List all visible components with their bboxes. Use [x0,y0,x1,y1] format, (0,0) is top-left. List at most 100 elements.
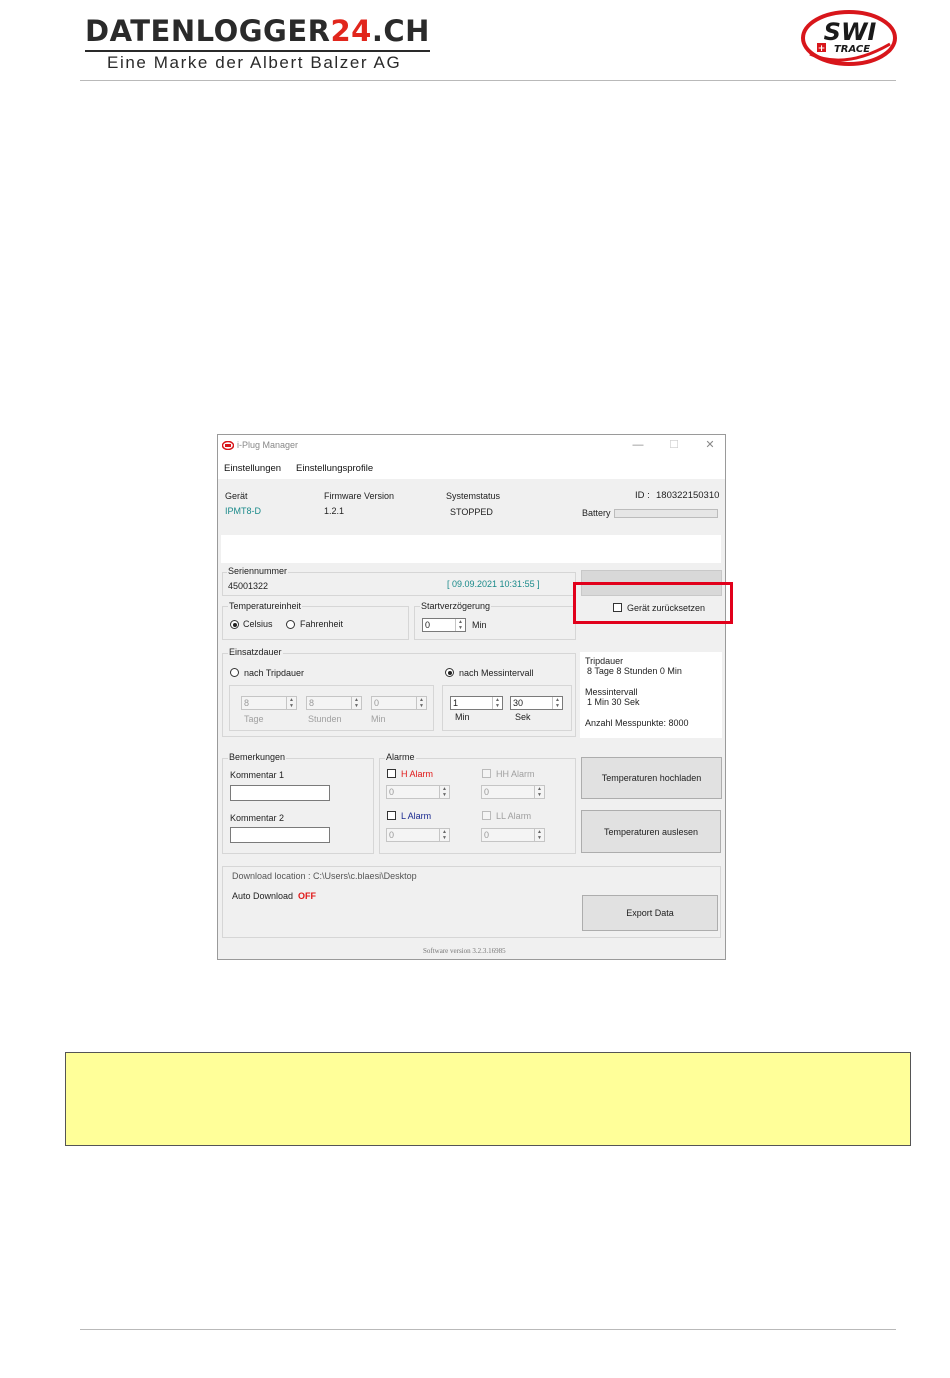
hh-alarm-spinner[interactable]: 0 ▲ ▼ [481,785,545,799]
fahrenheit-label: Fahrenheit [300,619,344,629]
h-alarm-spinner[interactable]: 0 ▲ ▼ [386,785,450,799]
upload-temperatures-button[interactable]: Temperaturen hochladen [581,757,722,799]
spinner-arrows-icon[interactable]: ▲ ▼ [552,697,562,709]
duration-title: Einsatzdauer [228,647,283,657]
minimize-button[interactable]: — [623,436,653,454]
summary-trip-title: Tripdauer [585,656,624,666]
ll-alarm-checkbox[interactable] [482,811,491,820]
read-temperatures-button[interactable]: Temperaturen auslesen [581,810,721,853]
interval-radio[interactable] [445,668,454,677]
hh-alarm-checkbox[interactable] [482,769,491,778]
comment2-input[interactable] [230,827,330,843]
interval-sec-label: Sek [515,712,531,722]
interval-minutes-spinner[interactable]: 1 ▲ ▼ [450,696,503,710]
spinner-arrows-icon[interactable]: ▲ ▼ [439,829,449,841]
comment1-label: Kommentar 1 [230,770,285,780]
h-alarm-label: H Alarm [401,769,434,779]
celsius-label: Celsius [243,619,273,629]
status-label: Systemstatus [446,491,501,501]
interval-seconds-spinner[interactable]: 30 ▲ ▼ [510,696,563,710]
serial-value: 45001322 [228,581,269,591]
remarks-title: Bemerkungen [228,752,287,762]
l-alarm-spinner[interactable]: 0 ▲ ▼ [386,828,450,842]
firmware-label: Firmware Version [324,491,395,501]
svg-text:+: + [818,44,826,54]
maximize-button[interactable]: ☐ [659,436,689,454]
interval-seconds-value: 30 [513,698,524,708]
trip-minutes-spinner[interactable]: 0 ▲ ▼ [371,696,427,710]
hh-alarm-label: HH Alarm [496,769,535,779]
export-data-button[interactable]: Export Data [582,895,718,931]
id-value: 180322150310 [656,490,720,501]
interval-minutes-value: 1 [453,698,459,708]
trip-duration-label: nach Tripdauer [244,668,305,678]
battery-label: Battery [582,508,611,518]
hh-alarm-value: 0 [484,787,490,797]
trip-minutes-value: 0 [374,698,380,708]
menu-einstellungsprofile[interactable]: Einstellungsprofile [296,463,373,474]
status-value: STOPPED [450,507,493,517]
menu-einstellungen[interactable]: Einstellungen [224,463,281,474]
trip-duration-radio[interactable] [230,668,239,677]
trip-hours-spinner[interactable]: 8 ▲ ▼ [306,696,362,710]
auto-download-label: Auto Download [232,891,294,901]
svg-text:SWI: SWI [824,18,877,46]
footer-divider [80,1329,896,1330]
highlight-reset-callout [573,582,733,624]
summary-points: Anzahl Messpunkte: 8000 [585,718,689,728]
celsius-radio[interactable] [230,620,239,629]
serial-title: Seriennummer [227,566,289,576]
brand-accent: 24 [330,14,372,48]
iplug-manager-window: i-Plug Manager — ☐ ✕ Einstellungen Einst… [217,434,726,960]
alarms-title: Alarme [385,752,416,762]
interval-label: nach Messintervall [459,668,534,678]
h-alarm-checkbox[interactable] [387,769,396,778]
spinner-arrows-icon[interactable]: ▲ ▼ [492,697,502,709]
firmware-value: 1.2.1 [324,506,345,516]
header-divider [80,80,896,81]
menu-bar [218,457,725,479]
auto-download-status[interactable]: OFF [298,891,316,901]
spinner-arrows-icon[interactable]: ▲ ▼ [455,619,465,631]
start-delay-title: Startverzögerung [420,601,492,611]
app-logo-icon [222,441,234,450]
interval-min-label: Min [455,712,470,722]
summary-trip-value: 8 Tage 8 Stunden 0 Min [587,666,682,676]
fahrenheit-radio[interactable] [286,620,295,629]
start-delay-value: 0 [425,620,431,630]
note-box [65,1052,911,1146]
brand-suffix: .CH [371,14,430,48]
l-alarm-value: 0 [389,830,395,840]
swi-trace-logo: SWI + TRACE [801,10,897,66]
trip-minutes-label: Min [371,714,386,724]
spinner-arrows-icon[interactable]: ▲ ▼ [351,697,361,709]
trip-hours-value: 8 [309,698,315,708]
close-button[interactable]: ✕ [695,436,725,454]
h-alarm-value: 0 [389,787,395,797]
start-delay-spinner[interactable]: 0 ▲ ▼ [422,618,466,632]
spinner-arrows-icon[interactable]: ▲ ▼ [534,786,544,798]
spinner-arrows-icon[interactable]: ▲ ▼ [286,697,296,709]
brand-main: DATENLOGGER [85,14,331,48]
message-panel [221,535,721,563]
l-alarm-label: L Alarm [401,811,432,821]
device-value: IPMT8-D [225,506,261,516]
comment1-input[interactable] [230,785,330,801]
ll-alarm-spinner[interactable]: 0 ▲ ▼ [481,828,545,842]
ll-alarm-label: LL Alarm [496,811,532,821]
brand-subtitle: Eine Marke der Albert Balzer AG [107,53,402,72]
spinner-arrows-icon[interactable]: ▲ ▼ [534,829,544,841]
device-label: Gerät [225,491,248,501]
trip-days-spinner[interactable]: 8 ▲ ▼ [241,696,297,710]
spinner-arrows-icon[interactable]: ▲ ▼ [416,697,426,709]
start-delay-unit: Min [472,620,487,630]
spinner-arrows-icon[interactable]: ▲ ▼ [439,786,449,798]
battery-progress [614,509,718,518]
ll-alarm-value: 0 [484,830,490,840]
trip-days-value: 8 [244,698,250,708]
l-alarm-checkbox[interactable] [387,811,396,820]
serial-timestamp: [ 09.09.2021 10:31:55 ] [447,579,540,589]
id-label: ID : [635,490,650,501]
download-location: Download location : C:\Users\c.blaesi\De… [232,871,417,881]
summary-interval-title: Messintervall [585,687,638,697]
